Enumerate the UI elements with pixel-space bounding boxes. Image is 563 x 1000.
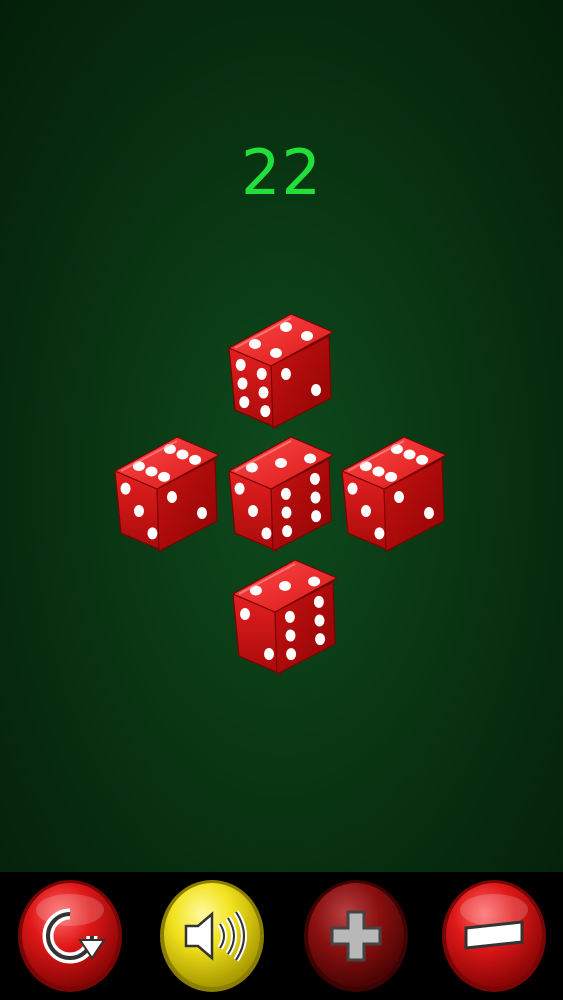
die-right[interactable]	[338, 433, 448, 553]
die-pip	[282, 525, 293, 538]
die-pip	[308, 576, 321, 587]
die-pip	[385, 471, 398, 482]
die-pip	[120, 482, 131, 495]
die-pip	[261, 527, 272, 540]
die-top[interactable]	[225, 310, 335, 430]
die-pip	[372, 466, 385, 477]
die-pip	[347, 482, 358, 495]
sound-button[interactable]	[158, 878, 266, 994]
die-pip	[147, 527, 158, 540]
rotate-icon	[18, 880, 122, 992]
die-pip	[235, 358, 246, 371]
die-pip	[167, 491, 177, 503]
die-pip	[258, 386, 269, 399]
die-pip	[313, 595, 324, 608]
die-pip	[301, 331, 313, 341]
die-pip	[256, 367, 267, 380]
die-pip	[284, 610, 295, 623]
die-pip	[239, 396, 250, 409]
die-pip	[240, 608, 250, 620]
add-die-button[interactable]	[302, 878, 410, 994]
game-table: 22	[0, 0, 563, 872]
die-pip	[189, 454, 202, 465]
die-pip	[315, 633, 326, 646]
die-pip	[234, 482, 245, 495]
die-pip	[134, 505, 144, 517]
die-pip	[176, 449, 189, 460]
reroll-button[interactable]	[16, 878, 124, 994]
die-pip	[281, 506, 292, 519]
die-pip	[270, 348, 282, 358]
die-pip	[260, 405, 271, 418]
die-pip	[279, 581, 291, 591]
die-bottom[interactable]	[229, 556, 339, 676]
minus-icon	[442, 880, 546, 992]
die-graphic	[232, 559, 338, 675]
die-pip	[248, 505, 258, 517]
die-pip	[403, 449, 416, 460]
die-pip	[281, 368, 291, 380]
die-pip	[311, 510, 322, 523]
die-pip	[237, 377, 248, 390]
die-center[interactable]	[225, 433, 335, 553]
die-pip	[314, 614, 325, 627]
die-pip	[197, 507, 207, 519]
die-pip	[285, 629, 296, 642]
die-left[interactable]	[111, 433, 221, 553]
die-pip	[275, 458, 287, 468]
die-graphic	[114, 436, 220, 552]
die-graphic	[228, 436, 334, 552]
die-pip	[310, 491, 321, 504]
die-pip	[416, 454, 429, 465]
die-pip	[394, 491, 404, 503]
die-graphic	[341, 436, 447, 552]
score-total: 22	[241, 136, 322, 209]
die-pip	[145, 466, 158, 477]
remove-die-button[interactable]	[440, 878, 548, 994]
die-pip	[361, 505, 371, 517]
die-pip	[311, 384, 321, 396]
die-pip	[309, 472, 320, 485]
die-pip	[424, 507, 434, 519]
speaker-icon	[160, 880, 264, 992]
die-graphic	[228, 313, 334, 429]
plus-icon	[304, 880, 408, 992]
die-pip	[280, 487, 291, 500]
die-pip	[304, 453, 317, 464]
die-pip	[286, 648, 297, 661]
die-pip	[374, 527, 385, 540]
die-pip	[264, 648, 274, 660]
die-pip	[158, 471, 171, 482]
